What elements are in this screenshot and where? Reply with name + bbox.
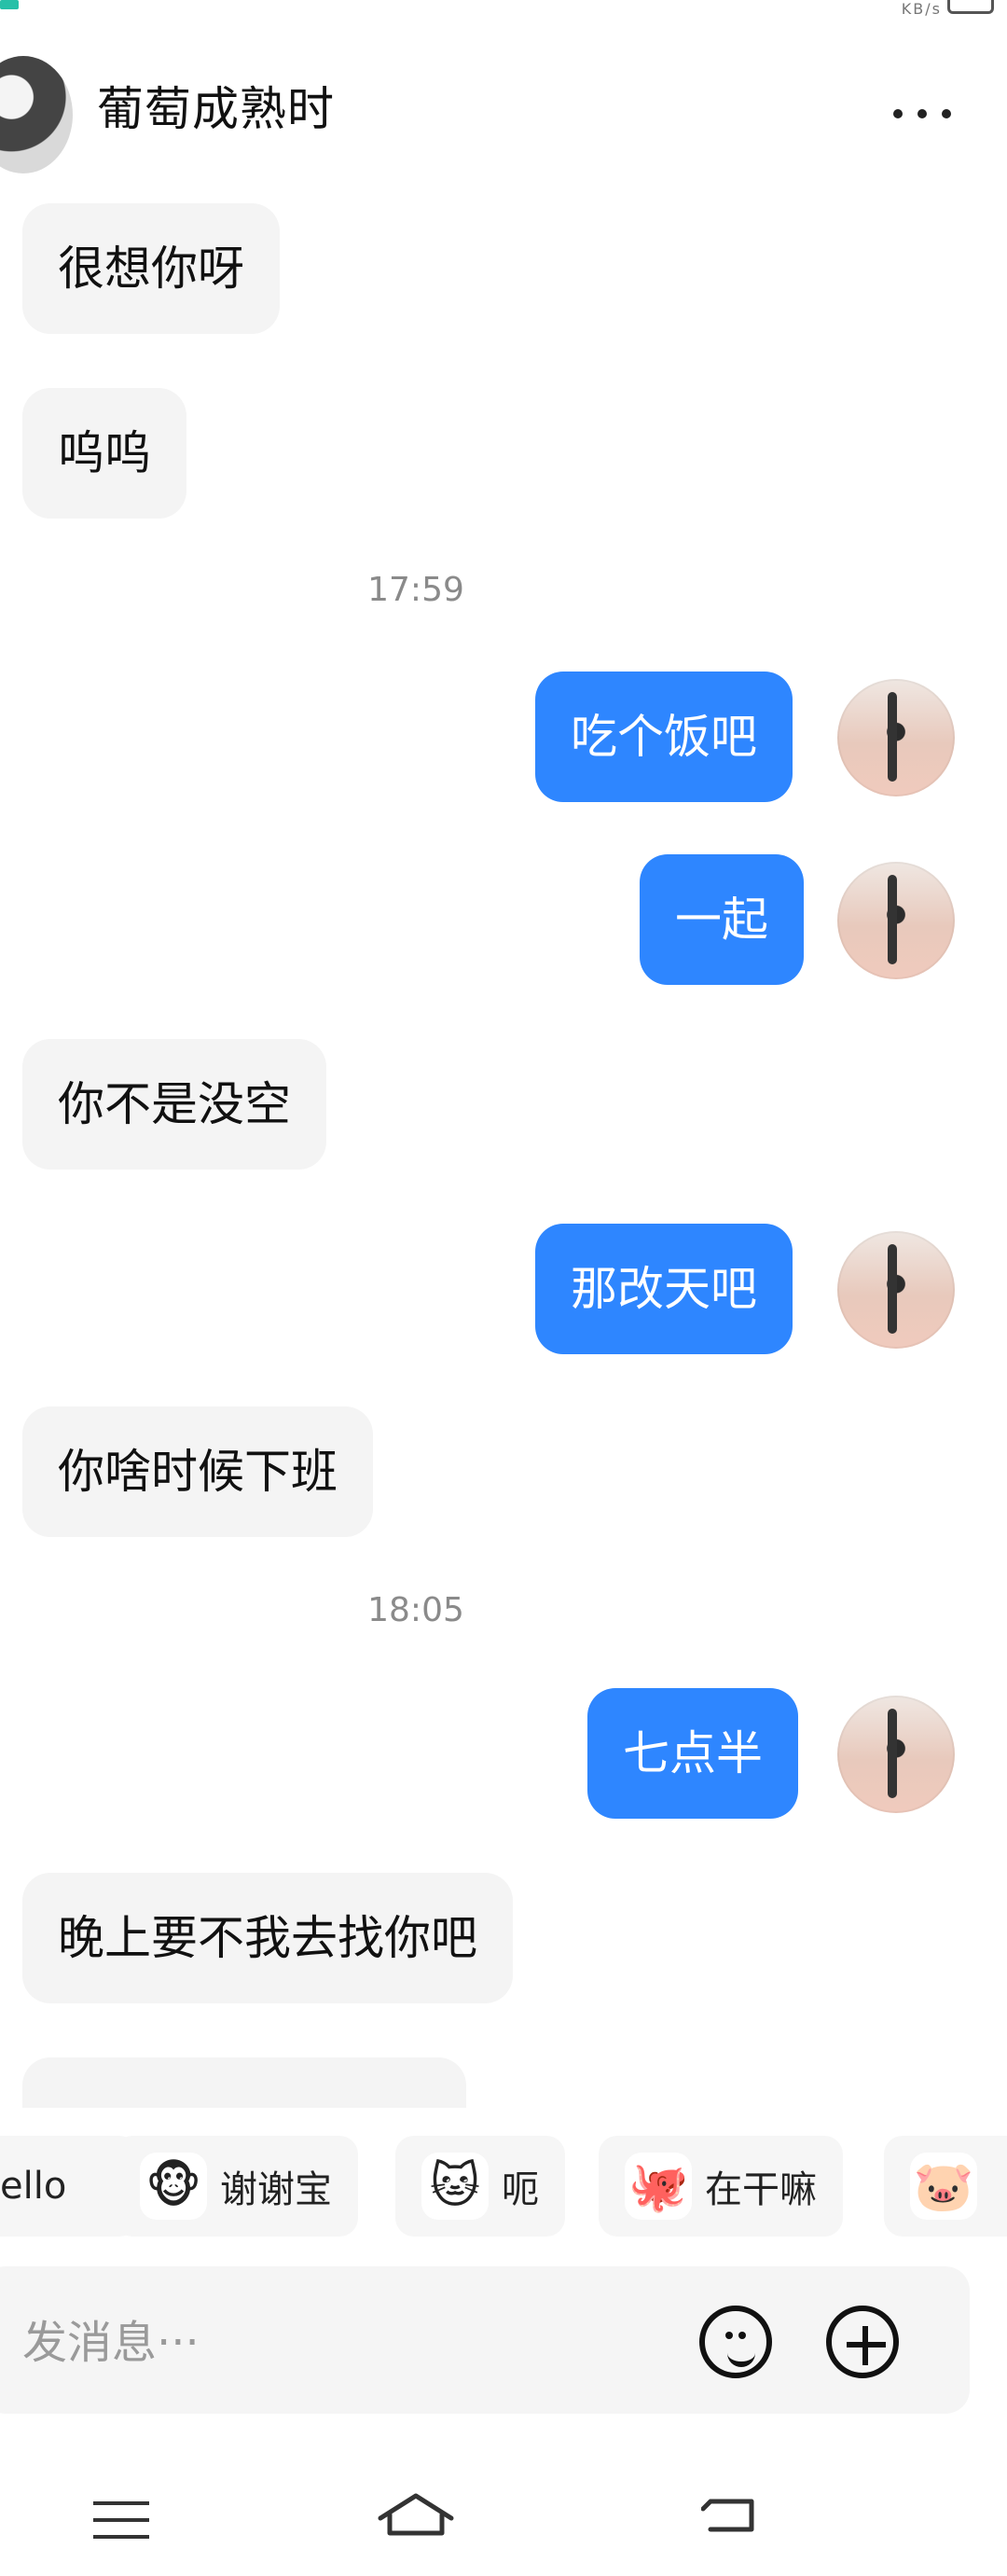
- message-right[interactable]: 吃个饭吧: [535, 672, 793, 802]
- self-avatar: [837, 679, 955, 796]
- system-nav-bar: [0, 2466, 1007, 2576]
- home-nav-icon[interactable]: [377, 2492, 455, 2539]
- message-left-partial[interactable]: [22, 2057, 466, 2108]
- chat-thread[interactable]: 很想你呀 呜呜 17:59 吃个饭吧 一起 你不是没空 那改天吧 你啥时候下班 …: [0, 177, 1007, 2108]
- partial-sticker-icon: 🐷: [910, 2153, 977, 2220]
- thanks-sticker-icon: 🐵: [140, 2153, 207, 2220]
- quick-reply-chip[interactable]: 🐵 谢谢宝: [114, 2136, 358, 2237]
- input-placeholder: 发消息···: [22, 2317, 200, 2369]
- more-dot-icon: [917, 109, 927, 118]
- quick-reply-chip[interactable]: 🐷: [884, 2136, 1007, 2237]
- message-input-field[interactable]: 发消息···: [0, 2266, 970, 2414]
- message-left[interactable]: 晚上要不我去找你吧: [22, 1873, 513, 2003]
- message-input-bar: 发消息···: [0, 2266, 1007, 2414]
- self-avatar: [837, 862, 955, 979]
- status-bar: KB/s: [0, 0, 1007, 22]
- what-doing-sticker-icon: 🐙: [625, 2153, 692, 2220]
- quick-reply-label: 在干嘛: [705, 2168, 817, 2211]
- quick-reply-label: 谢谢宝: [220, 2168, 332, 2211]
- status-right-cluster: KB/s: [901, 0, 942, 18]
- chat-title: 葡萄成熟时: [97, 82, 335, 136]
- battery-icon: [947, 0, 994, 14]
- message-right[interactable]: 七点半: [587, 1688, 798, 1819]
- menu-nav-icon[interactable]: [93, 2501, 149, 2539]
- quick-reply-label: 呃: [502, 2168, 539, 2211]
- more-dot-icon: [893, 109, 903, 118]
- message-left[interactable]: 呜呜: [22, 388, 186, 519]
- message-left[interactable]: 你不是没空: [22, 1039, 326, 1170]
- quick-reply-label: ello: [0, 2165, 67, 2208]
- timestamp: 18:05: [367, 1591, 464, 1629]
- more-dot-icon: [942, 109, 951, 118]
- back-nav-icon[interactable]: [700, 2492, 761, 2539]
- quick-reply-chip[interactable]: 🐙 在干嘛: [599, 2136, 843, 2237]
- self-avatar: [837, 1231, 955, 1349]
- chat-header: 葡萄成熟时: [0, 52, 1007, 177]
- self-avatar: [837, 1696, 955, 1813]
- emoji-button[interactable]: [699, 2306, 772, 2378]
- emoji-mouth-icon: [727, 2347, 755, 2367]
- contact-avatar[interactable]: [0, 56, 73, 173]
- message-left[interactable]: 你啥时候下班: [22, 1406, 373, 1537]
- app-indicator-icon: [0, 0, 19, 9]
- timestamp: 17:59: [367, 571, 464, 609]
- more-options-button[interactable]: [871, 95, 973, 132]
- quick-reply-strip[interactable]: ello 🐵 谢谢宝 🐱 呃 🐙 在干嘛 🐷: [0, 2128, 1007, 2237]
- message-right[interactable]: 那改天吧: [535, 1224, 793, 1354]
- message-left[interactable]: 很想你呀: [22, 203, 280, 334]
- quick-reply-chip[interactable]: 🐱 呃: [395, 2136, 565, 2237]
- cat-sticker-icon: 🐱: [421, 2153, 489, 2220]
- message-right[interactable]: 一起: [640, 854, 804, 985]
- add-attachment-button[interactable]: [826, 2306, 899, 2378]
